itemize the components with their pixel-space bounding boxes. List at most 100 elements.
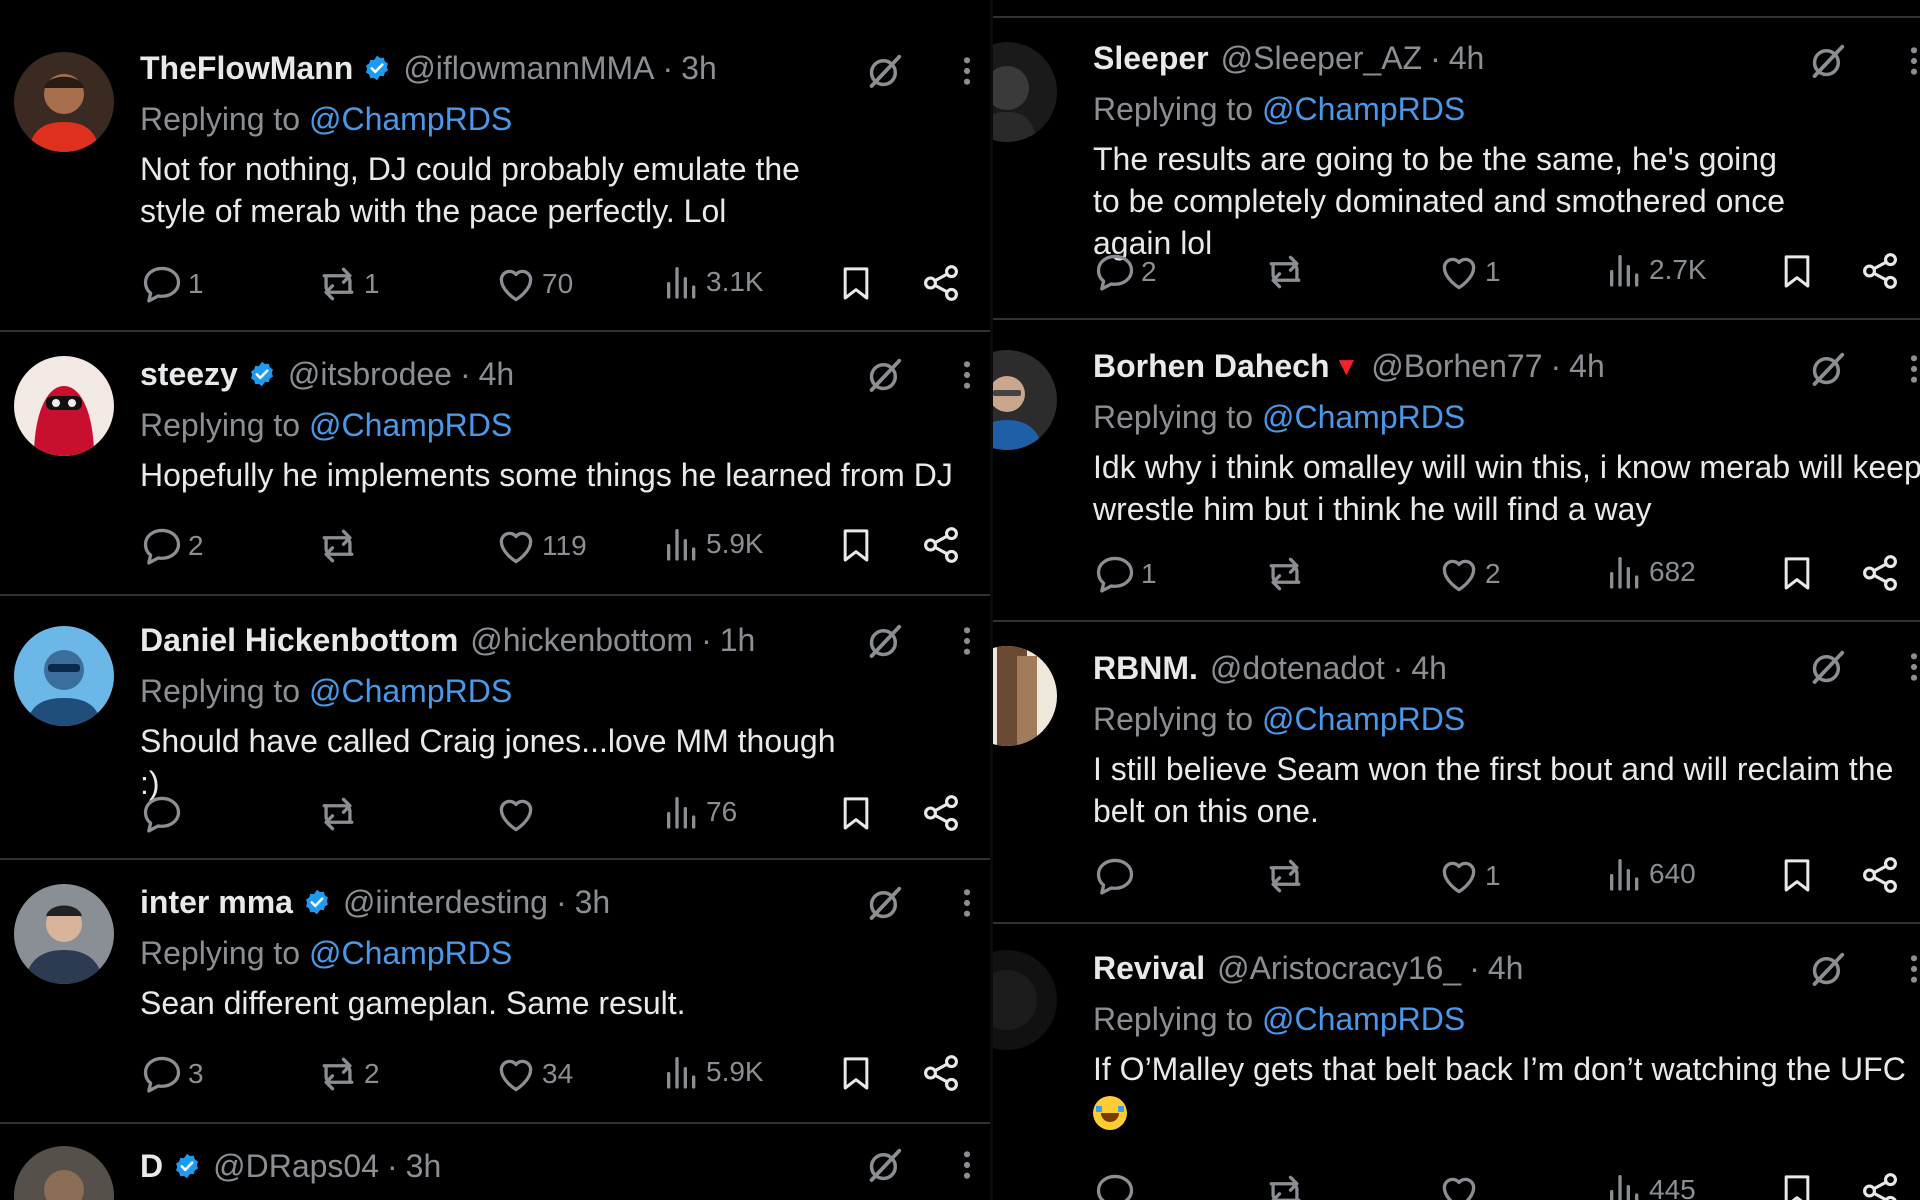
display-name[interactable]: Sleeper [1093, 38, 1209, 78]
more-icon[interactable] [963, 884, 971, 922]
like-button[interactable]: 119 [494, 524, 587, 568]
handle[interactable]: @dotenadot [1210, 648, 1385, 688]
timestamp[interactable]: 1h [720, 620, 756, 660]
grok-icon[interactable] [1809, 350, 1847, 388]
avatar[interactable] [14, 884, 114, 984]
avatar[interactable] [993, 350, 1057, 450]
reply-button[interactable] [1093, 1170, 1141, 1200]
more-icon[interactable] [1910, 950, 1918, 988]
reply-mention-link[interactable]: @ChampRDS [309, 407, 512, 443]
like-button[interactable]: 34 [494, 1052, 573, 1096]
avatar[interactable] [993, 646, 1057, 746]
timestamp[interactable]: 4h [1569, 346, 1605, 386]
views-button[interactable]: 3.1K [662, 262, 764, 302]
like-button[interactable] [1437, 1170, 1485, 1200]
repost-button[interactable] [1263, 1170, 1311, 1200]
timestamp[interactable]: 3h [681, 48, 717, 88]
timestamp[interactable]: 4h [1449, 38, 1485, 78]
grok-icon[interactable] [866, 622, 904, 660]
grok-icon[interactable] [866, 1146, 904, 1184]
share-button[interactable] [920, 524, 962, 566]
more-icon[interactable] [963, 622, 971, 660]
more-icon[interactable] [1910, 350, 1918, 388]
more-icon[interactable] [1910, 648, 1918, 686]
handle[interactable]: @Sleeper_AZ [1221, 38, 1422, 78]
grok-icon[interactable] [866, 884, 904, 922]
grok-icon[interactable] [1809, 42, 1847, 80]
reply-post[interactable]: Revival @Aristocracy16_ · 4h Replying to… [993, 924, 1920, 1200]
reply-post[interactable]: TheFlowMann @iflowmannMMA · 3h Replying … [0, 0, 990, 332]
views-button[interactable]: 445 [1605, 1170, 1696, 1200]
like-button[interactable]: 1 [1437, 854, 1501, 898]
like-button[interactable]: 2 [1437, 552, 1501, 596]
share-button[interactable] [1859, 250, 1901, 292]
reply-mention-link[interactable]: @ChampRDS [1262, 1001, 1465, 1037]
views-button[interactable]: 640 [1605, 854, 1696, 894]
grok-icon[interactable] [1809, 648, 1847, 686]
share-button[interactable] [920, 792, 962, 834]
avatar[interactable] [14, 52, 114, 152]
repost-button[interactable]: 1 [316, 262, 380, 306]
share-button[interactable] [920, 1052, 962, 1094]
timestamp[interactable]: 4h [479, 354, 515, 394]
bookmark-button[interactable] [1777, 1170, 1817, 1200]
avatar[interactable] [993, 950, 1057, 1050]
reply-mention-link[interactable]: @ChampRDS [1262, 91, 1465, 127]
repost-button[interactable] [1263, 552, 1311, 596]
share-button[interactable] [1859, 1170, 1901, 1200]
display-name[interactable]: Revival [1093, 948, 1205, 988]
reply-button[interactable]: 1 [1093, 552, 1157, 596]
more-icon[interactable] [963, 356, 971, 394]
grok-icon[interactable] [1809, 950, 1847, 988]
bookmark-button[interactable] [836, 1052, 876, 1094]
reply-post[interactable]: RBNM. @dotenadot · 4h Replying to @Champ… [993, 622, 1920, 924]
display-name[interactable]: RBNM. [1093, 648, 1198, 688]
display-name[interactable]: Daniel Hickenbottom [140, 620, 458, 660]
handle[interactable]: @hickenbottom [470, 620, 693, 660]
reply-button[interactable]: 3 [140, 1052, 204, 1096]
handle[interactable]: @iinterdesting [343, 882, 548, 922]
repost-button[interactable]: 2 [316, 1052, 380, 1096]
display-name[interactable]: TheFlowMann [140, 48, 353, 88]
views-button[interactable]: 5.9K [662, 1052, 764, 1092]
share-button[interactable] [1859, 552, 1901, 594]
avatar[interactable] [14, 626, 114, 726]
views-button[interactable]: 682 [1605, 552, 1696, 592]
share-button[interactable] [1859, 854, 1901, 896]
reply-button[interactable] [140, 792, 188, 836]
views-button[interactable]: 76 [662, 792, 737, 832]
reply-post[interactable]: steezy @itsbrodee · 4h Replying to @Cham… [0, 332, 990, 596]
views-button[interactable]: 2.7K [1605, 250, 1707, 290]
grok-icon[interactable] [866, 356, 904, 394]
bookmark-button[interactable] [1777, 854, 1817, 896]
reply-post[interactable]: Daniel Hickenbottom @hickenbottom · 1h R… [0, 596, 990, 860]
reply-button[interactable] [1093, 854, 1141, 898]
bookmark-button[interactable] [836, 262, 876, 304]
handle[interactable]: @DRaps04 [213, 1146, 379, 1186]
reply-post[interactable]: inter mma @iinterdesting · 3h Replying t… [0, 860, 990, 1124]
handle[interactable]: @iflowmannMMA [403, 48, 654, 88]
reply-button[interactable]: 1 [140, 262, 204, 306]
reply-mention-link[interactable]: @ChampRDS [1262, 701, 1465, 737]
reply-mention-link[interactable]: @ChampRDS [1262, 399, 1465, 435]
reply-mention-link[interactable]: @ChampRDS [309, 673, 512, 709]
reply-post[interactable]: Borhen Dahech ▼ @Borhen77 · 4h Replying … [993, 320, 1920, 622]
share-button[interactable] [920, 262, 962, 304]
more-icon[interactable] [963, 52, 971, 90]
timestamp[interactable]: 3h [575, 882, 611, 922]
timestamp[interactable]: 4h [1488, 948, 1524, 988]
handle[interactable]: @itsbrodee [288, 354, 452, 394]
timestamp[interactable]: 4h [1411, 648, 1447, 688]
display-name[interactable]: inter mma [140, 882, 293, 922]
like-button[interactable]: 1 [1437, 250, 1501, 294]
more-icon[interactable] [963, 1146, 971, 1184]
like-button[interactable]: 70 [494, 262, 573, 306]
bookmark-button[interactable] [836, 524, 876, 566]
repost-button[interactable] [1263, 854, 1311, 898]
reply-mention-link[interactable]: @ChampRDS [309, 935, 512, 971]
more-icon[interactable] [1910, 42, 1918, 80]
bookmark-button[interactable] [1777, 552, 1817, 594]
bookmark-button[interactable] [1777, 250, 1817, 292]
repost-button[interactable] [316, 524, 364, 568]
handle[interactable]: @Borhen77 [1371, 346, 1542, 386]
